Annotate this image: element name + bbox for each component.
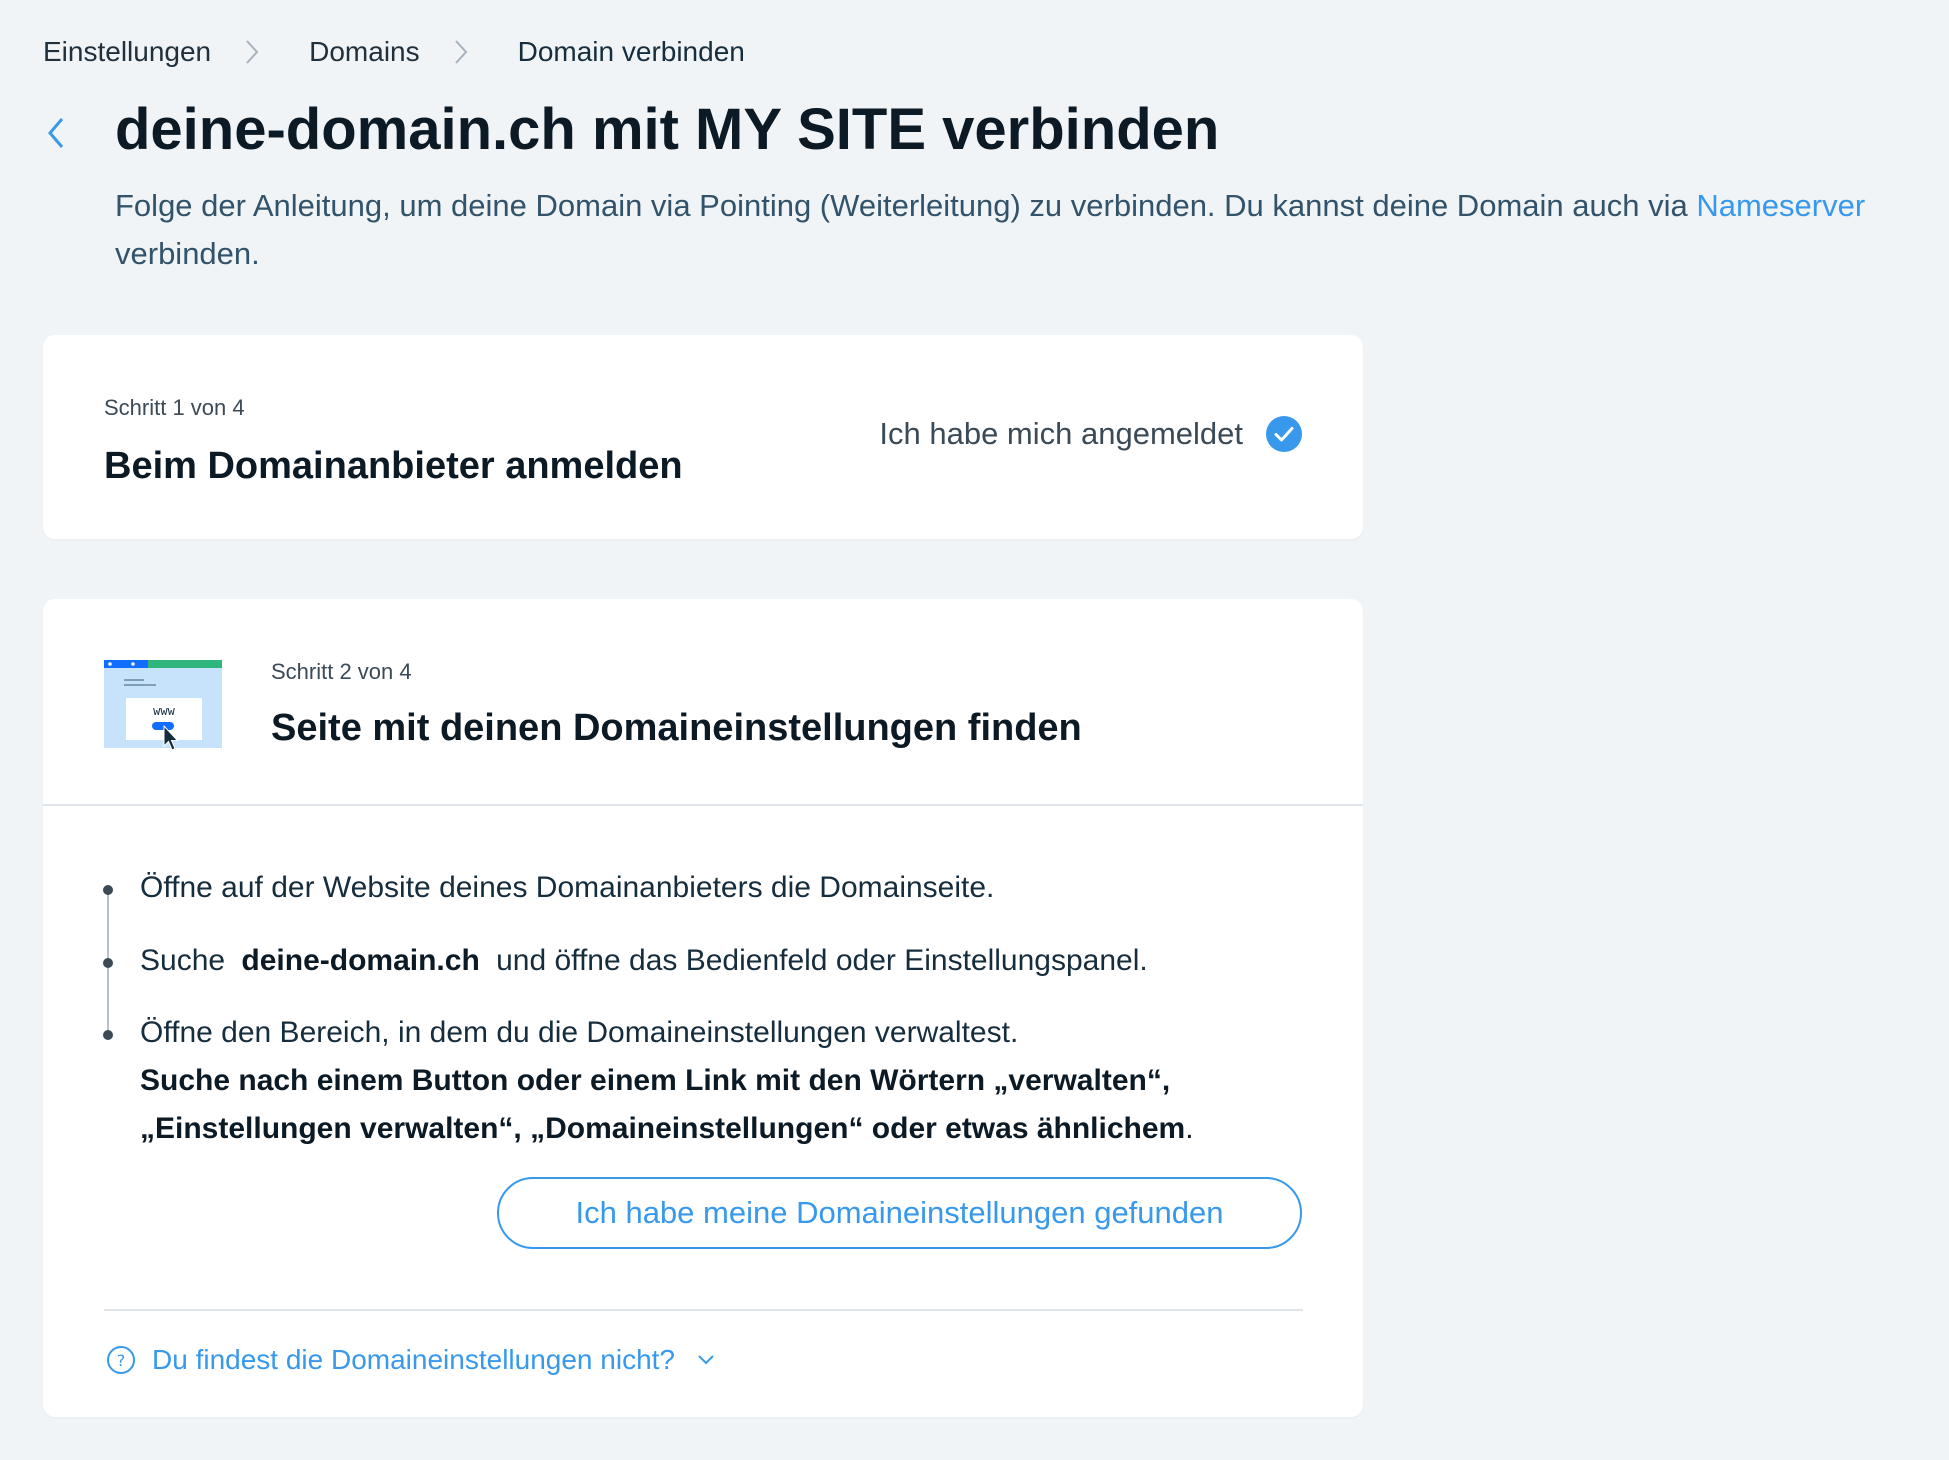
step1-title: Beim Domainanbieter anmelden <box>104 445 683 487</box>
instruction-item-2-after: und öffne das Bedienfeld oder Einstellun… <box>487 944 1148 977</box>
list-bullet <box>103 1030 113 1040</box>
subtitle-text: Folge der Anleitung, um deine Domain via… <box>115 188 1697 223</box>
chevron-down-icon <box>698 1355 714 1365</box>
help-divider <box>104 1309 1303 1311</box>
step2-title: Seite mit deinen Domaineinstellungen fin… <box>271 707 1082 749</box>
help-link-label: Du findest die Domaineinstellungen nicht… <box>152 1344 675 1375</box>
breadcrumb: Einstellungen Domains Domain verbinden <box>43 36 745 68</box>
check-circle-icon <box>1266 416 1302 452</box>
question-circle-icon: ? <box>107 1346 135 1374</box>
step1-label: Schritt 1 von 4 <box>104 395 245 420</box>
browser-www-illustration: www <box>104 660 222 751</box>
svg-text:?: ? <box>117 1351 126 1370</box>
illustration-www-text: www <box>153 704 175 718</box>
instruction-item-2: Suche deine-domain.ch und öffne das Bedi… <box>140 944 1148 978</box>
chevron-right-icon <box>246 40 259 64</box>
instruction-item-3: Öffne den Bereich, in dem du die Domaine… <box>140 1016 1019 1049</box>
instruction-item-3-hint-line1: Suche nach einem Button oder einem Link … <box>140 1064 1171 1097</box>
found-settings-button[interactable]: Ich habe meine Domaineinstellungen gefun… <box>497 1177 1302 1249</box>
instruction-item-2-before: Suche <box>140 944 234 977</box>
subtitle-text-end: verbinden. <box>115 236 260 271</box>
list-bullet <box>103 885 113 895</box>
step1-card: Schritt 1 von 4 Beim Domainanbieter anme… <box>43 335 1363 539</box>
breadcrumb-item-einstellungen[interactable]: Einstellungen <box>43 36 211 68</box>
chevron-left-icon[interactable] <box>42 113 68 153</box>
step1-done-label: Ich habe mich angemeldet <box>879 416 1243 451</box>
instruction-item-3-hint-line2: „Einstellungen verwalten“, „Domaineinste… <box>140 1112 1194 1146</box>
domain-name: deine-domain.ch <box>241 944 480 977</box>
breadcrumb-item-domains[interactable]: Domains <box>309 36 419 68</box>
step2-card: www Schritt 2 von 4 Seite mit deinen Dom… <box>43 599 1363 1417</box>
instruction-item-1: Öffne auf der Website deines Domainanbie… <box>140 871 995 904</box>
breadcrumb-current: Domain verbinden <box>517 36 745 67</box>
chevron-right-icon <box>454 40 467 64</box>
help-expander[interactable]: ? Du findest die Domaineinstellungen nic… <box>106 1344 715 1376</box>
hint-line2-text: „Einstellungen verwalten“, „Domaineinste… <box>140 1112 1186 1145</box>
hint-period: . <box>1185 1112 1194 1145</box>
step1-done-toggle[interactable]: Ich habe mich angemeldet <box>879 415 1303 453</box>
page-subtitle: Folge der Anleitung, um deine Domain via… <box>115 182 1875 278</box>
list-bullet <box>103 958 113 968</box>
step2-divider <box>43 804 1363 806</box>
step2-label: Schritt 2 von 4 <box>271 659 412 684</box>
nameserver-link[interactable]: Nameserver <box>1696 188 1865 223</box>
page-title: deine-domain.ch mit MY SITE verbinden <box>115 97 1220 162</box>
